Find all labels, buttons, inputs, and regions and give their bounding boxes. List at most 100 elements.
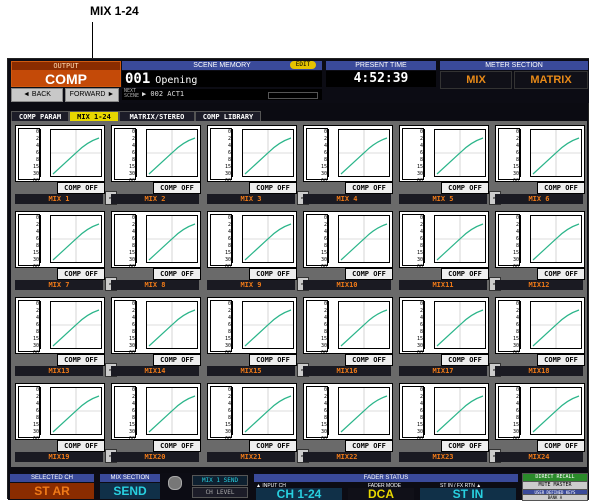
comp-mini-display[interactable]: 0 2 4 6 8 15 30 60 [495,125,585,184]
comp-mini-display[interactable]: 0 2 4 6 8 15 30 60 [207,125,297,184]
comp-curve-svg [435,302,485,348]
comp-mini-display[interactable]: 0 2 4 6 8 15 30 60 [303,211,393,270]
mix-channel-cell[interactable]: 02468153060COMP OFFMIX11⇔ [397,209,501,293]
meter-scale-label: 30 [128,171,135,177]
bank-button[interactable]: BANK A [522,494,588,501]
meter-scale-label: 4 [515,229,519,235]
fader-mode-value[interactable]: DCA [348,488,414,500]
mix-channel-cell[interactable]: 0 2 4 6 8 15 30 60 COMP OFF MIX 2 [109,123,203,207]
comp-off-button[interactable]: COMP OFF [441,182,489,194]
mix-channel-cell[interactable]: 0 2 4 6 8 15 30 60 COMP OFF MIX 8 [109,209,203,293]
mix-channel-cell[interactable]: 0 2 4 6 8 15 30 60 COMP OFF MIX10 [301,209,395,293]
meter-matrix-button[interactable]: MATRIX [514,71,588,89]
mix-channel-cell[interactable]: 0 2 4 6 8 15 30 60 COMP OFF MIX12 [493,209,587,293]
scene-name: Opening [155,75,198,86]
mix-send-button[interactable]: MIX 1 SEND [192,475,248,486]
meter-mix-button[interactable]: MIX [440,71,512,89]
meter-scale-label: 2 [227,394,231,400]
input-ch-value[interactable]: CH 1-24 [256,488,342,500]
comp-mini-display[interactable]: 0 2 4 6 8 15 30 60 [495,211,585,270]
comp-off-button[interactable]: COMP OFF [441,268,489,280]
output-button[interactable]: OUTPUT COMP [11,61,121,87]
comp-mini-display[interactable]: 0 2 4 6 8 15 30 60 [303,383,393,442]
comp-mini-display[interactable]: 0 2 4 6 8 15 30 60 [15,125,105,184]
comp-off-button[interactable]: COMP OFF [345,182,393,194]
meter-scale-label: 0 [323,301,327,307]
comp-mini-display[interactable]: 0 2 4 6 8 15 30 60 [495,383,585,442]
comp-off-button[interactable]: COMP OFF [57,268,105,280]
comp-off-button[interactable]: COMP OFF [441,354,489,366]
ch-level-button[interactable]: CH LEVEL [192,487,248,498]
meter-scale-label: 0 [419,215,423,221]
comp-off-button[interactable]: COMP OFF [57,354,105,366]
mix-channel-cell[interactable]: 0 2 4 6 8 15 30 60 COMP OFF MIX22 [301,381,395,465]
mix-channel-cell[interactable]: 02468153060COMP OFFMIX13⇔ [13,295,117,379]
forward-button[interactable]: FORWARD ► [65,88,119,102]
mix-channel-cell[interactable]: 0 2 4 6 8 15 30 60 COMP OFF MIX18 [493,295,587,379]
comp-off-button[interactable]: COMP OFF [153,440,201,452]
comp-off-button[interactable]: COMP OFF [345,440,393,452]
comp-mini-display[interactable]: 0 2 4 6 8 15 30 60 [303,297,393,356]
comp-mini-display[interactable]: 0 2 4 6 8 15 30 60 [399,125,489,184]
comp-mini-display[interactable]: 0 2 4 6 8 15 30 60 [207,211,297,270]
comp-off-button[interactable]: COMP OFF [249,440,297,452]
mix-channel-cell[interactable]: 0 2 4 6 8 15 30 60 COMP OFF MIX20 [109,381,203,465]
comp-off-button[interactable]: COMP OFF [345,268,393,280]
comp-mini-display[interactable]: 0 2 4 6 8 15 30 60 [303,125,393,184]
meter-scale-label: 2 [515,136,519,142]
meter-scale-label: 60 [128,178,135,184]
comp-off-button[interactable]: COMP OFF [441,440,489,452]
comp-mini-display[interactable]: 0 2 4 6 8 15 30 60 [399,297,489,356]
mix-channel-cell[interactable]: 0 2 4 6 8 15 30 60 COMP OFF MIX 4 [301,123,395,207]
mix-channel-cell[interactable]: 02468153060COMP OFFMIX 1⇔ [13,123,117,207]
comp-off-button[interactable]: COMP OFF [537,440,585,452]
mix-channel-cell[interactable]: 0 2 4 6 8 15 30 60 COMP OFF MIX24 [493,381,587,465]
mix-channel-cell[interactable]: 02468153060COMP OFFMIX 5⇔ [397,123,501,207]
comp-off-button[interactable]: COMP OFF [345,354,393,366]
mix-section-value[interactable]: SEND [100,483,160,499]
comp-mini-display[interactable]: 0 2 4 6 8 15 30 60 [207,297,297,356]
mix-channel-cell[interactable]: 02468153060COMP OFFMIX19⇔ [13,381,117,465]
selected-ch-value[interactable]: ST AR [10,483,94,499]
comp-off-button[interactable]: COMP OFF [537,182,585,194]
comp-mini-display[interactable]: 0 2 4 6 8 15 30 60 [399,383,489,442]
comp-off-button[interactable]: COMP OFF [57,440,105,452]
stin-value[interactable]: ST IN [420,488,516,500]
mix-channel-cell[interactable]: 0 2 4 6 8 15 30 60 COMP OFF MIX 6 [493,123,587,207]
mix-channel-cell[interactable]: 0 2 4 6 8 15 30 60 COMP OFF MIX14 [109,295,203,379]
mix-channel-cell[interactable]: 02468153060COMP OFFMIX 3⇔ [205,123,309,207]
mix-channel-cell[interactable]: 02468153060COMP OFFMIX23⇔ [397,381,501,465]
mix-channel-cell[interactable]: 02468153060COMP OFFMIX 7⇔ [13,209,117,293]
scene-memory-display[interactable]: 001 Opening [122,71,322,87]
comp-off-button[interactable]: COMP OFF [153,182,201,194]
comp-mini-display[interactable]: 0 2 4 6 8 15 30 60 [111,383,201,442]
comp-off-button[interactable]: COMP OFF [153,354,201,366]
comp-mini-display[interactable]: 0 2 4 6 8 15 30 60 [15,297,105,356]
mix-channel-cell[interactable]: 02468153060COMP OFFMIX 9⇔ [205,209,309,293]
mix-channel-cell[interactable]: 02468153060COMP OFFMIX17⇔ [397,295,501,379]
comp-off-button[interactable]: COMP OFF [153,268,201,280]
meter-bar [40,387,47,435]
meter-scale-label: 6 [419,322,423,328]
comp-mini-display[interactable]: 0 2 4 6 8 15 30 60 [15,383,105,442]
comp-off-button[interactable]: COMP OFF [249,354,297,366]
meter-scale-label: 15 [320,164,327,170]
comp-off-button[interactable]: COMP OFF [537,268,585,280]
knob-icon[interactable] [168,476,182,490]
comp-mini-display[interactable]: 0 2 4 6 8 15 30 60 [111,125,201,184]
comp-mini-display[interactable]: 0 2 4 6 8 15 30 60 [15,211,105,270]
comp-off-button[interactable]: COMP OFF [249,268,297,280]
comp-mini-display[interactable]: 0 2 4 6 8 15 30 60 [399,211,489,270]
comp-mini-display[interactable]: 0 2 4 6 8 15 30 60 [111,211,201,270]
mix-channel-cell[interactable]: 0 2 4 6 8 15 30 60 COMP OFF MIX16 [301,295,395,379]
comp-off-button[interactable]: COMP OFF [249,182,297,194]
comp-mini-display[interactable]: 0 2 4 6 8 15 30 60 [207,383,297,442]
mix-channel-cell[interactable]: 02468153060COMP OFFMIX15⇔ [205,295,309,379]
comp-curve-svg [531,302,581,348]
comp-mini-display[interactable]: 0 2 4 6 8 15 30 60 [111,297,201,356]
back-button[interactable]: ◄ BACK [11,88,63,102]
comp-off-button[interactable]: COMP OFF [57,182,105,194]
mix-channel-cell[interactable]: 02468153060COMP OFFMIX21⇔ [205,381,309,465]
comp-mini-display[interactable]: 0 2 4 6 8 15 30 60 [495,297,585,356]
comp-off-button[interactable]: COMP OFF [537,354,585,366]
